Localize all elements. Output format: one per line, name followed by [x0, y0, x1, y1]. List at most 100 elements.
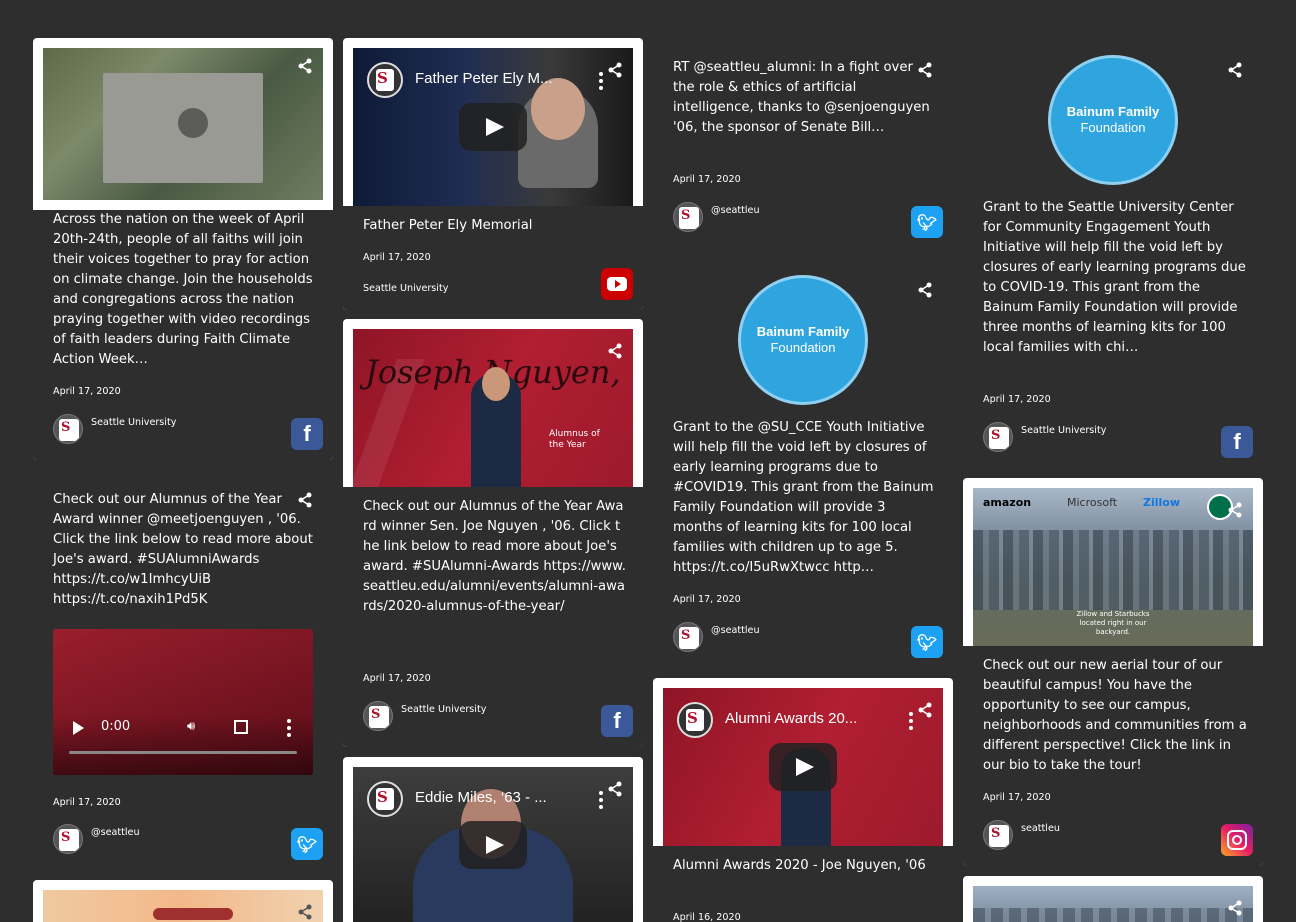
zillow-logo: Zillow	[1143, 496, 1181, 509]
post-author[interactable]: S Seattle University	[53, 414, 176, 446]
youtube-icon[interactable]	[601, 268, 633, 300]
author-name: Seattle University	[401, 704, 487, 715]
more-options-icon[interactable]	[287, 719, 291, 737]
post-card[interactable]: Check out our Alumnus of the Year Award …	[33, 470, 333, 870]
share-icon[interactable]	[297, 58, 313, 74]
microsoft-logo: Microsoft	[1067, 496, 1118, 509]
author-name: seattleu	[1021, 823, 1060, 834]
fullscreen-icon[interactable]	[234, 720, 248, 734]
post-text: Check out our new aerial tour of our bea…	[983, 658, 1247, 773]
post-card[interactable]: Bainum Family Foundation Grant to the @SU…	[653, 258, 953, 668]
logo-line: Foundation	[770, 340, 836, 355]
post-text: Across the nation on the week of April 2…	[53, 212, 313, 367]
bainum-foundation-logo: Bainum Family Foundation	[1051, 58, 1175, 182]
post-date: April 17, 2020	[673, 174, 741, 185]
logo-line: Foundation	[1080, 120, 1146, 135]
post-author[interactable]: S seattleu	[983, 820, 1060, 852]
video-thumbnail[interactable]: S Father Peter Ely M...	[353, 48, 633, 206]
author-name: Seattle University	[1021, 425, 1107, 436]
amazon-logo: amazon	[983, 496, 1032, 509]
post-author[interactable]: S @seattleu	[673, 622, 760, 654]
post-card[interactable]: Joseph Nguyen, '06 Alumnus of the Year C…	[343, 319, 643, 747]
channel-logo-icon: S	[367, 62, 403, 98]
post-card[interactable]: amazon Microsoft Zillow Zillow and Starb…	[963, 478, 1263, 866]
post-text: Alumni Awards 2020 - Joe Nguyen, '06	[673, 858, 926, 873]
post-date: April 17, 2020	[983, 792, 1051, 803]
avatar: S	[673, 622, 703, 652]
play-icon[interactable]	[73, 721, 84, 735]
logo-line: Bainum Family	[756, 324, 850, 339]
post-card[interactable]	[963, 876, 1263, 922]
volume-icon[interactable]: 🔊︎	[187, 719, 195, 734]
video-player[interactable]: 0:00 🔊︎	[53, 629, 313, 775]
post-card[interactable]: RT @seattleu_alumni: In a fight over the…	[653, 38, 953, 248]
avatar: S	[363, 701, 393, 731]
post-card[interactable]: Bainum Family Foundation Grant to the Sea…	[963, 38, 1263, 468]
post-text: Grant to the Seattle University Center f…	[983, 200, 1246, 355]
instagram-icon[interactable]	[1221, 824, 1253, 856]
share-icon[interactable]	[917, 282, 933, 298]
facebook-icon[interactable]: f	[291, 418, 323, 450]
post-date: April 16, 2020	[673, 912, 741, 922]
post-image-alumnus[interactable]: Joseph Nguyen, '06 Alumnus of the Year	[353, 329, 633, 487]
video-thumbnail[interactable]: S Alumni Awards 20...	[663, 688, 943, 846]
share-icon[interactable]	[297, 904, 313, 920]
post-image-celebrate[interactable]	[43, 890, 323, 922]
avatar: S	[53, 414, 83, 444]
share-icon[interactable]	[1227, 900, 1243, 916]
post-card[interactable]: S Alumni Awards 20... Alumni Awards 2020…	[653, 678, 953, 922]
post-author[interactable]: Seattle University	[363, 280, 448, 310]
image-caption: Alumnus of the Year	[549, 429, 600, 450]
post-card[interactable]: Across the nation on the week of April 2…	[33, 38, 333, 460]
facebook-icon[interactable]: f	[1221, 426, 1253, 458]
more-options-icon[interactable]	[909, 712, 913, 730]
more-options-icon[interactable]	[599, 791, 603, 809]
post-author[interactable]: S @seattleu	[673, 202, 760, 234]
channel-logo-icon: S	[677, 702, 713, 738]
post-author[interactable]: S Seattle University	[363, 701, 486, 733]
author-name: Seattle University	[91, 417, 177, 428]
post-date: April 17, 2020	[363, 673, 431, 684]
post-image-skyline[interactable]: amazon Microsoft Zillow Zillow and Starb…	[973, 488, 1253, 646]
more-options-icon[interactable]	[599, 72, 603, 90]
post-date: April 17, 2020	[983, 394, 1051, 405]
twitter-icon[interactable]: 🐦︎	[911, 206, 943, 238]
video-thumbnail[interactable]: S Eddie Miles, ‘63 - ...	[353, 767, 633, 922]
post-author[interactable]: S Seattle University	[983, 422, 1106, 454]
author-name: @seattleu	[711, 205, 760, 216]
bainum-foundation-logo: Bainum Family Foundation	[741, 278, 865, 402]
post-date: April 17, 2020	[53, 797, 121, 808]
twitter-icon[interactable]: 🐦︎	[911, 626, 943, 658]
avatar: S	[983, 820, 1013, 850]
twitter-icon[interactable]: 🐦︎	[291, 828, 323, 860]
image-caption: Zillow and Starbucks located right in ou…	[1076, 610, 1150, 636]
share-icon[interactable]	[607, 781, 623, 797]
post-text: Check out our Alumnus of the Year Award …	[53, 492, 313, 607]
video-title: Father Peter Ely M...	[415, 70, 553, 87]
channel-logo-icon: S	[367, 781, 403, 817]
post-date: April 17, 2020	[363, 252, 431, 263]
post-card[interactable]	[33, 880, 333, 922]
post-image-city[interactable]	[973, 886, 1253, 922]
video-progress-bar[interactable]	[69, 751, 297, 754]
author-name: @seattleu	[91, 827, 140, 838]
share-icon[interactable]	[1227, 502, 1243, 518]
post-card[interactable]: S Father Peter Ely M... Father Peter Ely…	[343, 38, 643, 310]
share-icon[interactable]	[607, 343, 623, 359]
avatar: S	[983, 422, 1013, 452]
facebook-icon[interactable]: f	[601, 705, 633, 737]
post-date: April 17, 2020	[673, 594, 741, 605]
avatar: S	[53, 824, 83, 854]
play-button-icon[interactable]	[769, 743, 837, 791]
post-author[interactable]: S @seattleu	[53, 824, 140, 856]
post-text: RT @seattleu_alumni: In a fight over the…	[673, 60, 930, 135]
play-button-icon[interactable]	[459, 103, 527, 151]
avatar: S	[673, 202, 703, 232]
share-icon[interactable]	[607, 62, 623, 78]
author-name: Seattle University	[363, 283, 449, 294]
share-icon[interactable]	[1227, 62, 1243, 78]
share-icon[interactable]	[917, 702, 933, 718]
post-card[interactable]: S Eddie Miles, ‘63 - ...	[343, 757, 643, 922]
post-image-aerial-plaza[interactable]	[43, 48, 323, 200]
play-button-icon[interactable]	[459, 821, 527, 869]
